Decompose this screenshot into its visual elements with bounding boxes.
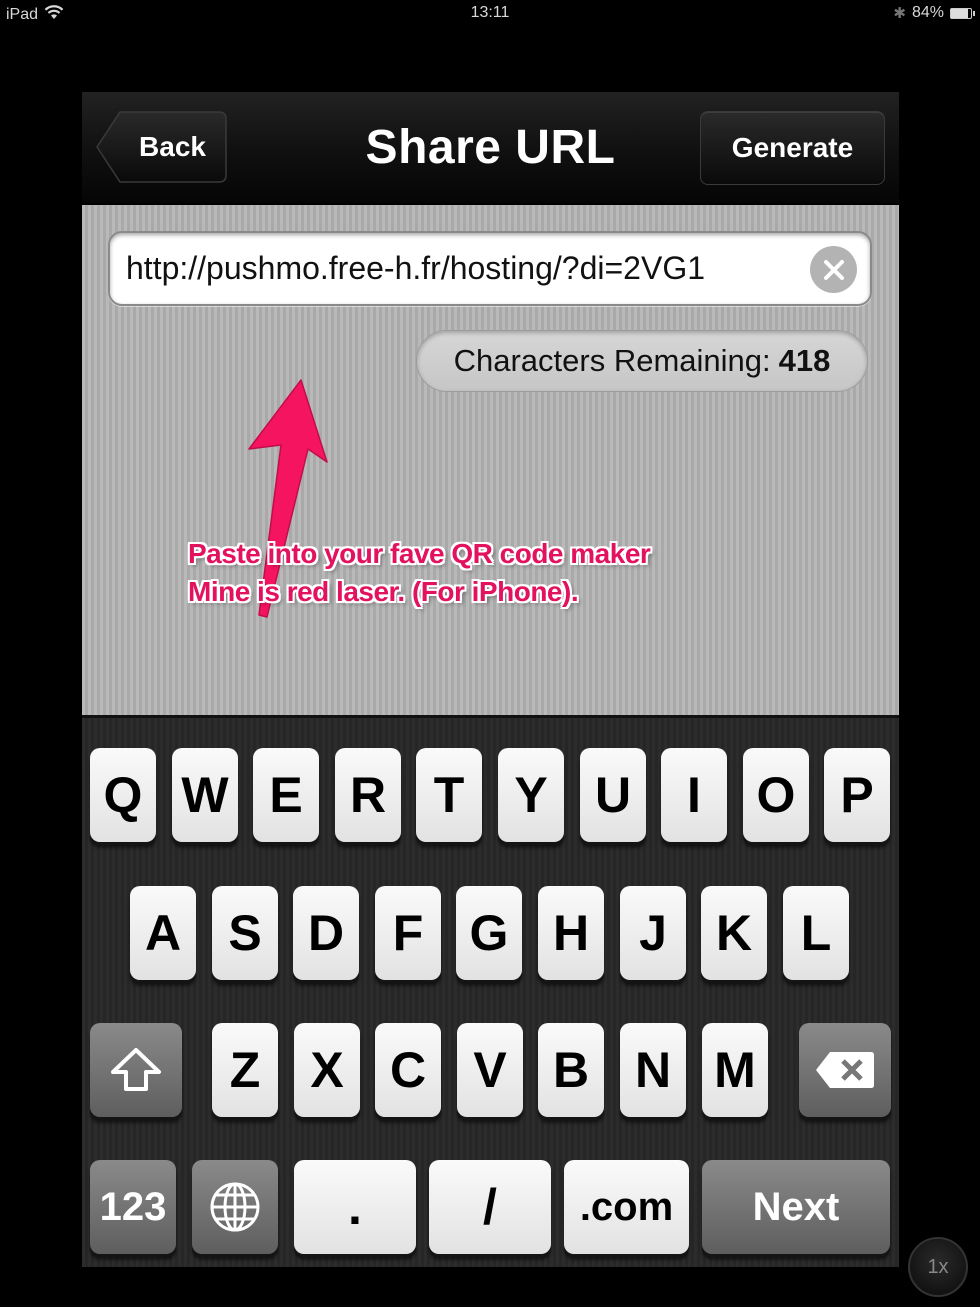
url-field	[108, 231, 872, 306]
bluetooth-icon: ✱	[893, 5, 906, 22]
globe-key[interactable]	[192, 1160, 278, 1254]
counter-label: Characters Remaining:	[453, 343, 771, 378]
key-h[interactable]: H	[538, 886, 604, 980]
shift-arrow-icon	[111, 1048, 161, 1091]
key-f[interactable]: F	[375, 886, 441, 980]
key-o[interactable]: O	[743, 748, 809, 842]
globe-icon	[210, 1182, 260, 1232]
slash-key[interactable]: /	[429, 1160, 551, 1254]
key-y[interactable]: Y	[498, 748, 564, 842]
annotation-text: Paste into your fave QR code maker Mine …	[188, 535, 788, 611]
key-a[interactable]: A	[130, 886, 196, 980]
period-key[interactable]: .	[294, 1160, 416, 1254]
key-i[interactable]: I	[661, 748, 727, 842]
key-v[interactable]: V	[457, 1023, 523, 1117]
key-q[interactable]: Q	[90, 748, 156, 842]
key-s[interactable]: S	[212, 886, 278, 980]
key-w[interactable]: W	[172, 748, 238, 842]
characters-remaining-badge: Characters Remaining: 418	[416, 330, 868, 392]
zoom-1x-button[interactable]: 1x	[908, 1237, 968, 1297]
key-j[interactable]: J	[620, 886, 686, 980]
clock: 13:11	[470, 4, 510, 21]
key-p[interactable]: P	[824, 748, 890, 842]
key-n[interactable]: N	[620, 1023, 686, 1117]
generate-button[interactable]: Generate	[700, 111, 885, 185]
key-m[interactable]: M	[702, 1023, 768, 1117]
counter-value: 418	[778, 343, 831, 378]
battery-percent: 84%	[911, 4, 944, 21]
content-area: Characters Remaining: 418 Paste into you…	[82, 205, 899, 715]
close-icon	[823, 259, 844, 280]
status-bar: iPad 13:11 ✱ 84%	[0, 0, 980, 28]
annotation-line-1: Paste into your fave QR code maker	[188, 538, 651, 569]
key-l[interactable]: L	[783, 886, 849, 980]
delete-key[interactable]	[799, 1023, 891, 1117]
key-e[interactable]: E	[253, 748, 319, 842]
battery-icon	[950, 7, 975, 19]
annotation-line-2: Mine is red laser. (For iPhone).	[188, 576, 579, 607]
key-x[interactable]: X	[294, 1023, 360, 1117]
key-u[interactable]: U	[580, 748, 646, 842]
key-k[interactable]: K	[701, 886, 767, 980]
key-r[interactable]: R	[335, 748, 401, 842]
key-c[interactable]: C	[375, 1023, 441, 1117]
dotcom-key[interactable]: .com	[564, 1160, 689, 1254]
key-b[interactable]: B	[538, 1023, 604, 1117]
battery-level	[951, 8, 968, 18]
key-z[interactable]: Z	[212, 1023, 278, 1117]
key-g[interactable]: G	[456, 886, 522, 980]
key-t[interactable]: T	[416, 748, 482, 842]
backspace-icon	[816, 1052, 874, 1088]
numbers-key[interactable]: 123	[90, 1160, 176, 1254]
keyboard: 123 . / .com Next Q W E R T Y U I O P A …	[82, 715, 899, 1267]
url-input[interactable]	[126, 233, 786, 304]
clear-button[interactable]	[810, 246, 857, 293]
navigation-bar: Back Share URL Generate	[82, 92, 899, 205]
share-url-screen: Back Share URL Generate Characters Remai…	[82, 92, 899, 1267]
next-key[interactable]: Next	[702, 1160, 890, 1254]
key-d[interactable]: D	[293, 886, 359, 980]
shift-key[interactable]	[90, 1023, 182, 1117]
